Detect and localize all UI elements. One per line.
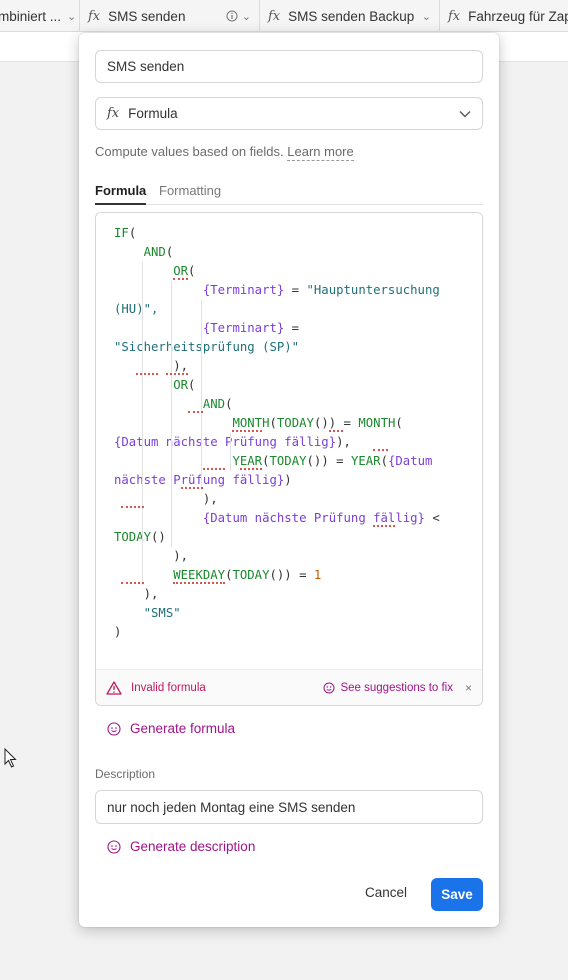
generate-formula-label: Generate formula	[130, 721, 236, 736]
chevron-down-icon[interactable]: ⌄	[242, 10, 251, 23]
indent-guide	[171, 281, 173, 547]
formula-line: YEAR(TODAY()) = YEAR({Datum	[232, 454, 433, 468]
error-squiggle	[239, 467, 262, 470]
see-suggestions-label: See suggestions to fix	[340, 681, 453, 694]
generate-formula-button[interactable]: Generate formula	[107, 721, 235, 736]
description-label: Description	[95, 767, 156, 781]
formula-line: "SMS"	[143, 606, 181, 620]
error-squiggle	[136, 372, 159, 375]
field-type-help: Compute values based on fields. Learn mo…	[95, 144, 354, 161]
formula-line: (HU)",	[114, 302, 159, 316]
formula-editor: IF( AND( OR( {Terminart} = "Hauptuntersu…	[95, 212, 483, 706]
field-type-select[interactable]: fx Formula	[95, 97, 483, 130]
column-label: Fahrzeug für Zapie	[468, 8, 568, 24]
error-squiggle	[173, 277, 188, 280]
column-header-fahrzeug[interactable]: fx Fahrzeug für Zapie	[440, 0, 568, 32]
info-icon[interactable]	[226, 10, 238, 22]
field-name-input[interactable]: SMS senden	[95, 50, 483, 83]
error-squiggle	[373, 448, 388, 451]
indent-guide	[230, 433, 232, 471]
column-header-bar: mbiniert ... ⌄ fx SMS senden ⌄ fx SMS se…	[0, 0, 568, 32]
mouse-cursor-icon	[4, 748, 17, 768]
ai-sparkle-icon	[107, 721, 121, 736]
see-suggestions-link[interactable]: See suggestions to fix	[323, 682, 453, 694]
tab-formatting[interactable]: Formatting	[159, 183, 221, 198]
field-config-dialog: SMS senden fx Formula Compute values bas…	[79, 33, 499, 927]
chevron-down-icon[interactable]: ⌄	[67, 10, 76, 23]
error-squiggle	[232, 429, 262, 432]
formula-line: ),	[114, 587, 159, 601]
error-squiggle	[121, 581, 144, 584]
description-input[interactable]: nur noch jeden Montag eine SMS senden	[95, 790, 483, 824]
field-type-value: Formula	[128, 106, 178, 121]
ai-sparkle-icon	[107, 839, 121, 854]
formula-icon: fx	[268, 8, 281, 24]
save-button[interactable]: Save	[431, 878, 483, 911]
column-label: SMS senden	[108, 8, 186, 24]
formula-line: {Terminart} = "Hauptuntersuchung	[202, 283, 440, 297]
column-header-sms-senden-backup[interactable]: fx SMS senden Backup ⌄	[260, 0, 440, 32]
helper-text: Compute values based on fields.	[95, 144, 284, 159]
cancel-button[interactable]: Cancel	[365, 885, 407, 900]
description-value: nur noch jeden Montag eine SMS senden	[107, 799, 356, 815]
error-squiggle	[180, 486, 203, 489]
learn-more-link[interactable]: Learn more	[287, 144, 354, 161]
column-header-combined[interactable]: mbiniert ... ⌄	[0, 0, 80, 32]
error-squiggle	[202, 467, 225, 470]
formula-line: {Datum nächste Prüfung fällig}),	[114, 435, 351, 449]
indent-guide	[141, 262, 143, 585]
field-name-value: SMS senden	[107, 59, 185, 74]
error-squiggle	[188, 410, 203, 413]
formula-line: )	[114, 625, 122, 639]
generate-description-button[interactable]: Generate description	[107, 839, 255, 854]
formula-error-bar: Invalid formula See suggestions to fix ×	[96, 669, 482, 705]
warning-icon	[106, 680, 122, 695]
chevron-down-icon	[459, 110, 471, 117]
formula-line: IF(	[114, 226, 137, 240]
chevron-down-icon[interactable]: ⌄	[422, 10, 431, 23]
error-squiggle	[373, 524, 396, 527]
editor-tabs: Formula Formatting	[95, 181, 483, 205]
formula-icon: fx	[107, 106, 120, 121]
column-header-sms-senden[interactable]: fx SMS senden ⌄	[80, 0, 260, 32]
error-squiggle	[328, 429, 344, 432]
formula-icon: fx	[448, 8, 461, 24]
formula-icon: fx	[88, 8, 101, 24]
generate-description-label: Generate description	[130, 839, 256, 854]
column-label: mbiniert ...	[0, 8, 62, 24]
column-label: SMS senden Backup	[288, 8, 415, 24]
formula-line: AND(	[202, 397, 233, 411]
formula-line: AND(	[143, 245, 174, 259]
error-squiggle	[165, 372, 188, 375]
error-squiggle	[173, 581, 225, 584]
formula-code-area[interactable]: IF( AND( OR( {Terminart} = "Hauptuntersu…	[96, 213, 482, 669]
formula-line: TODAY()	[114, 530, 166, 544]
error-message: Invalid formula	[131, 681, 206, 694]
ai-sparkle-icon	[323, 682, 335, 693]
close-icon[interactable]: ×	[465, 681, 472, 695]
indent-guide	[200, 300, 202, 490]
error-squiggle	[121, 505, 144, 508]
formula-line: ),	[114, 549, 189, 563]
formula-line: OR(	[173, 378, 196, 392]
tab-formula[interactable]: Formula	[95, 183, 147, 205]
